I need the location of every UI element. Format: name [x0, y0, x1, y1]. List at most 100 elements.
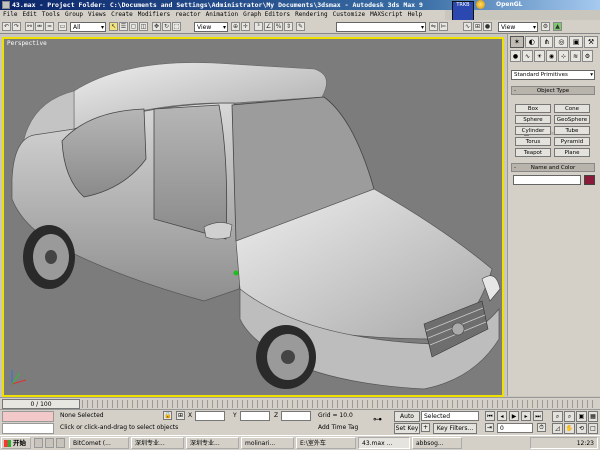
menu-views[interactable]: Views [88, 10, 106, 20]
motion-tab-icon[interactable]: ◎ [554, 36, 569, 48]
hierarchy-tab-icon[interactable]: ⋔ [539, 36, 554, 48]
previous-frame-icon[interactable]: ◂ [497, 411, 507, 421]
object-color-swatch[interactable] [584, 175, 595, 185]
shapes-icon[interactable]: ∿ [522, 50, 533, 62]
key-icon[interactable]: ⊶ [373, 415, 382, 425]
zoom-extents-all-icon[interactable]: ▦ [588, 411, 598, 422]
x-coordinate-field[interactable] [195, 411, 225, 421]
z-coordinate-field[interactable] [281, 411, 311, 421]
geosphere-button[interactable]: GeoSphere [554, 115, 590, 124]
cylinder-button[interactable]: Cylinder [515, 126, 551, 135]
task-bitcomet[interactable]: BitComet (... [69, 437, 129, 449]
object-type-rollout[interactable]: - Object Type [511, 86, 595, 95]
task-molinari[interactable]: molinari... [241, 437, 294, 449]
quicklaunch-desktop-icon[interactable] [34, 438, 43, 448]
add-time-tag[interactable]: Add Time Tag [318, 423, 358, 433]
utilities-tab-icon[interactable]: ⚒ [584, 36, 598, 48]
menu-tools[interactable]: Tools [42, 10, 60, 20]
schematic-view-icon[interactable]: ⊞ [473, 22, 482, 31]
menu-group[interactable]: Group [65, 10, 83, 20]
box-button[interactable]: Box [515, 104, 551, 113]
object-name-field[interactable] [513, 175, 581, 185]
selection-filter-select[interactable]: All [70, 22, 106, 32]
lights-icon[interactable]: ☀ [534, 50, 545, 62]
time-slider[interactable]: 0 / 100 [2, 399, 80, 409]
mirror-icon[interactable]: ⇋ [429, 22, 438, 31]
arc-rotate-icon[interactable]: ⟲ [576, 423, 587, 434]
start-button[interactable]: 开始 [1, 437, 31, 449]
select-object-icon[interactable]: ▭ [58, 22, 67, 31]
task-abbs[interactable]: abbsog... [412, 437, 462, 449]
unlink-icon[interactable]: ⚮ [35, 22, 44, 31]
quicklaunch-ie-icon[interactable] [45, 438, 54, 448]
go-to-end-icon[interactable]: ⏭ [533, 411, 543, 421]
zoom-icon[interactable]: ⌕ [552, 411, 563, 422]
material-editor-icon[interactable]: ● [483, 22, 492, 31]
key-filters-button[interactable]: Key Filters... [433, 423, 477, 434]
sphere-button[interactable]: Sphere [515, 115, 551, 124]
set-key-mode-icon[interactable]: + [421, 423, 430, 432]
quicklaunch-media-icon[interactable] [56, 438, 65, 448]
y-coordinate-field[interactable] [240, 411, 270, 421]
menu-reactor[interactable]: reactor [175, 10, 200, 20]
named-selection-set-select[interactable] [336, 22, 426, 32]
menu-edit[interactable]: Edit [22, 10, 36, 20]
pivot-center-icon[interactable]: ⊕ [231, 22, 240, 31]
cone-button[interactable]: Cone [554, 104, 590, 113]
ref-coord-select[interactable]: View [194, 22, 228, 32]
quick-render-icon[interactable]: ▲ [553, 22, 562, 31]
curve-editor-icon[interactable]: ∿ [463, 22, 472, 31]
menu-create[interactable]: Create [111, 10, 133, 20]
rect-selection-icon[interactable]: ▢ [129, 22, 138, 31]
maxscript-listener-white[interactable] [2, 423, 54, 434]
task-folder[interactable]: E:\室外车 [296, 437, 356, 449]
render-setup-icon[interactable]: ⚙ [541, 22, 550, 31]
task-browser-2[interactable]: 深圳专业... [186, 437, 239, 449]
go-to-start-icon[interactable]: ⏮ [485, 411, 495, 421]
zoom-extents-icon[interactable]: ▣ [576, 411, 587, 422]
rotate-icon[interactable]: ↻ [162, 22, 171, 31]
helpers-icon[interactable]: ⊹ [558, 50, 569, 62]
align-icon[interactable]: ⊨ [439, 22, 448, 31]
snap-3d-icon[interactable]: ³ [254, 22, 263, 31]
play-icon[interactable]: ▶ [509, 411, 519, 421]
tube-button[interactable]: Tube [554, 126, 590, 135]
task-browser-1[interactable]: 深圳专业... [131, 437, 184, 449]
render-view-select[interactable]: View [498, 22, 538, 32]
absolute-mode-icon[interactable]: ⊞ [176, 411, 185, 420]
menu-graph-editors[interactable]: Graph Editors [243, 10, 290, 20]
menu-customize[interactable]: Customize [333, 10, 366, 20]
field-of-view-icon[interactable]: ◿ [552, 423, 563, 434]
next-frame-icon[interactable]: ▸ [521, 411, 531, 421]
systems-icon[interactable]: ⚙ [582, 50, 593, 62]
task-3dsmax[interactable]: 43.max ... [358, 437, 410, 449]
window-crossing-icon[interactable]: ◫ [139, 22, 148, 31]
menu-rendering[interactable]: Rendering [295, 10, 328, 20]
angle-snap-icon[interactable]: ∠ [264, 22, 273, 31]
track-bar[interactable] [82, 400, 594, 408]
time-config-icon[interactable]: ⏱ [537, 423, 546, 432]
create-tab-icon[interactable]: ✶ [510, 36, 524, 48]
menu-modifiers[interactable]: Modifiers [138, 10, 171, 20]
select-link-icon[interactable]: ⚯ [25, 22, 34, 31]
bind-spacewarp-icon[interactable]: ≈ [45, 22, 54, 31]
cameras-icon[interactable]: ◉ [546, 50, 557, 62]
select-arrow-icon[interactable]: ↖ [109, 22, 118, 31]
maxscript-listener-pink[interactable] [2, 411, 54, 422]
key-mode-toggle-icon[interactable]: ⇥ [485, 423, 494, 432]
named-selection-icon[interactable]: ✎ [296, 22, 305, 31]
plane-button[interactable]: Plane [554, 148, 590, 157]
app-icon[interactable] [2, 1, 10, 9]
torus-button[interactable]: Torus [515, 137, 551, 146]
spinner-snap-icon[interactable]: ⇕ [284, 22, 293, 31]
maximize-viewport-icon[interactable]: □ [588, 423, 598, 434]
modify-tab-icon[interactable]: ◐ [524, 36, 539, 48]
menu-maxscript[interactable]: MAXScript [370, 10, 403, 20]
display-tab-icon[interactable]: ▣ [569, 36, 584, 48]
set-key-button[interactable]: Set Key [394, 423, 420, 434]
scale-icon[interactable]: ⬚ [172, 22, 181, 31]
menu-file[interactable]: File [3, 10, 17, 20]
primitive-category-select[interactable]: Standard Primitives [511, 70, 595, 80]
menu-animation[interactable]: Animation [206, 10, 239, 20]
geometry-icon[interactable]: ● [510, 50, 521, 62]
